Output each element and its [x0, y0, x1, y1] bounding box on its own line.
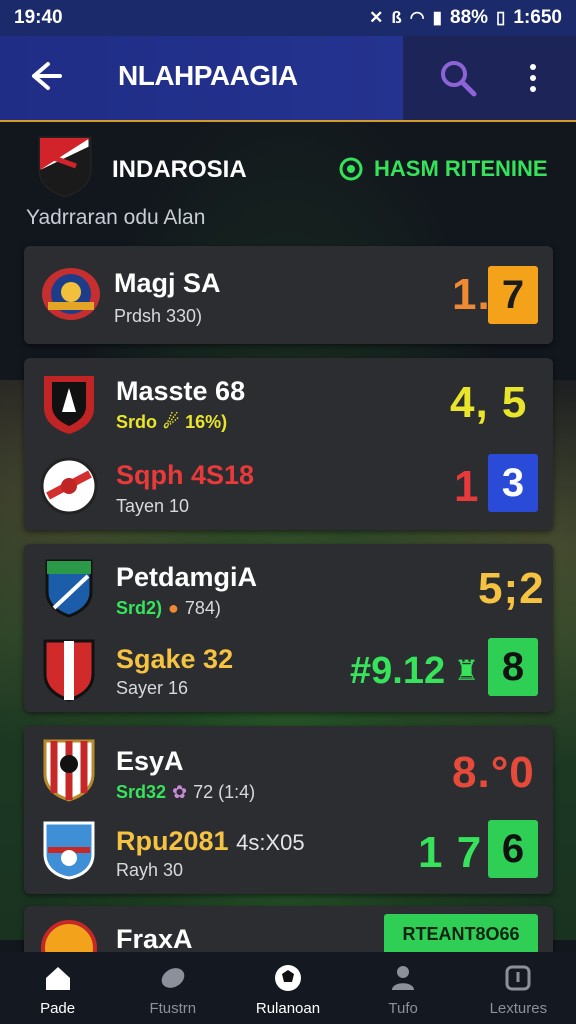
score-box: 7 [488, 266, 538, 324]
score: 1 [454, 462, 480, 511]
battery-percent: 88% [450, 7, 489, 28]
team-name: FraxA [116, 924, 193, 954]
match-card[interactable]: Magj SA Prdsh 330) 1. 7 [24, 246, 553, 344]
live-label: HASM RITENINE [374, 156, 548, 181]
score-box: 6 [488, 820, 538, 878]
nav-item-ball[interactable]: Ftustrn [123, 962, 223, 1017]
score: 5;2 [478, 564, 545, 613]
league-header: INDAROSIA HASM RITENINE Yadrraran odu Al… [0, 122, 576, 242]
score: 8.°0 [452, 748, 535, 797]
bottom-navigation: Pade Ftustrn Rulanoan Tufo Lextures [0, 952, 576, 1024]
flower-icon: ✿ [172, 782, 188, 802]
team-meta: Srd2) ● 784) [116, 598, 221, 618]
score: 1 7 [418, 828, 483, 877]
team-name: Rpu2081 4s:X05 [116, 826, 305, 856]
live-action-button[interactable]: RTEANT8O66 [384, 914, 538, 954]
ball-icon [161, 968, 185, 988]
team-crest-icon [40, 372, 98, 436]
team-name: Masste 68 [116, 376, 246, 406]
stats-icon [505, 965, 531, 991]
score-box: 3 [488, 454, 538, 512]
team-crest-icon [40, 262, 100, 326]
team-crest-icon [42, 638, 100, 702]
mute-icon: ✕ [369, 8, 384, 27]
league-crest-icon [38, 136, 92, 198]
team-meta: Srd32 ✿ 72 (1:4) [116, 782, 256, 802]
team-meta: Prdsh 330) [114, 306, 203, 326]
wifi-icon: ◠ [409, 8, 425, 27]
nav-item-home[interactable]: Pade [8, 962, 108, 1017]
bluetooth-icon: ß [391, 8, 402, 27]
ball-icon: ● [168, 598, 179, 618]
live-dot-icon [339, 157, 363, 181]
match-card[interactable]: EsyA Srd32 ✿ 72 (1:4) 8.°0 Rpu2081 4s:X0… [24, 726, 553, 894]
team-name: Magj SA [114, 268, 221, 298]
back-arrow-icon[interactable] [24, 56, 64, 96]
signal-icon: ▮ [432, 8, 442, 27]
team-name: EsyA [116, 746, 184, 776]
status-time: 19:40 [14, 7, 63, 28]
app-bar: NLAHPAAGIA [0, 36, 576, 122]
nav-item-person[interactable]: Tufo [353, 962, 453, 1017]
team-crest-icon [42, 738, 100, 802]
more-menu-icon[interactable] [520, 58, 546, 98]
status-bar: 19:40 ✕ ß ◠ ▮ 88% ▯ 1:650 [0, 0, 576, 36]
search-icon[interactable] [438, 58, 478, 98]
team-name: Sgake 32 [116, 644, 234, 674]
soccer-icon [274, 965, 301, 991]
battery-icon: ▯ [496, 8, 506, 27]
whistle-icon: ☄ [163, 412, 180, 432]
match-card[interactable]: Masste 68 Srdo ☄ 16%) 4, 5 Sqph 4S18 Tay… [24, 358, 553, 530]
team-meta: Sayer 16 [116, 678, 189, 698]
nav-item-soccer[interactable]: Rulanoan [238, 962, 338, 1017]
team-name: PetdamgiA [116, 562, 258, 592]
status-clock: 1:650 [513, 7, 562, 28]
team-meta: Rayh 30 [116, 860, 184, 880]
league-subtitle: Yadrraran odu Alan [26, 206, 206, 229]
match-card[interactable]: PetdamgiA Srd2) ● 784) 5;2 Sgake 32 Saye… [24, 544, 553, 712]
odds-icon: ♜ [454, 655, 480, 686]
app-title: NLAHPAAGIA [118, 60, 298, 91]
team-meta: Srdo ☄ 16%) [116, 412, 228, 432]
league-name: INDAROSIA [112, 156, 247, 183]
team-meta: Tayen 10 [116, 496, 190, 516]
team-crest-icon [40, 454, 98, 518]
team-name: Sqph 4S18 [116, 460, 255, 490]
score: 4, 5 [450, 378, 528, 427]
odds-value: #9.12 [350, 650, 446, 692]
live-indicator[interactable]: HASM RITENINE [338, 156, 548, 182]
team-crest-icon [44, 558, 102, 622]
home-icon [45, 967, 70, 990]
score-box: 8 [488, 638, 538, 696]
person-icon [392, 966, 415, 990]
nav-item-stats[interactable]: Lextures [468, 962, 568, 1017]
team-crest-icon [42, 820, 100, 884]
score: 1. [452, 270, 491, 319]
